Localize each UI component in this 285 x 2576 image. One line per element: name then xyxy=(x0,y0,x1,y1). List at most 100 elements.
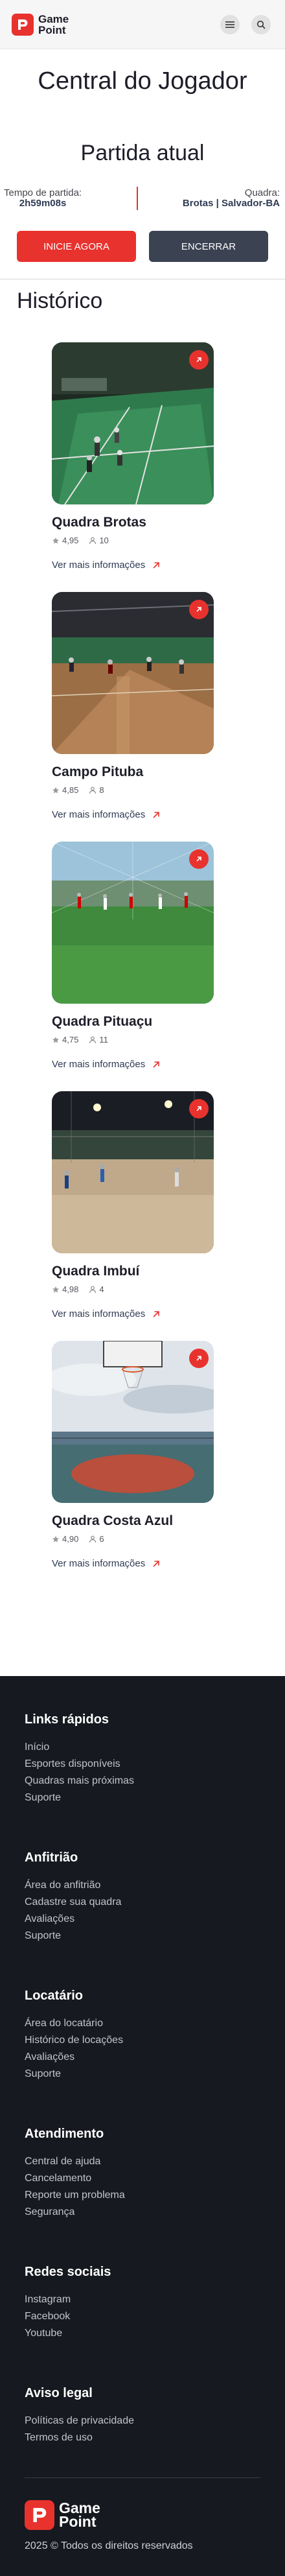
court-photo-art xyxy=(52,842,214,1004)
court-rating: 4,98 xyxy=(52,1284,78,1294)
arrow-up-right-icon xyxy=(196,1106,201,1111)
arrow-up-right-icon xyxy=(196,1356,201,1361)
more-info-label: Ver mais informações xyxy=(52,1308,146,1319)
more-info-link[interactable]: Ver mais informações xyxy=(52,1558,214,1569)
footer-link[interactable]: Segurança xyxy=(25,2204,285,2221)
logo-mark-icon xyxy=(12,13,34,36)
footer-link[interactable]: Suporte xyxy=(25,2066,285,2083)
footer-link[interactable]: Cadastre sua quadra xyxy=(25,1894,285,1911)
footer-heading: Aviso legal xyxy=(25,2386,93,2400)
star-icon xyxy=(52,786,59,793)
court-photo-art xyxy=(52,592,214,754)
star-icon xyxy=(52,537,59,543)
footer-link[interactable]: Avaliações xyxy=(25,2049,285,2066)
footer-heading: Locatário xyxy=(25,1989,84,2003)
court-players: 6 xyxy=(89,1534,104,1544)
footer-link[interactable]: Youtube xyxy=(25,2325,285,2342)
court-name: Quadra Imbuí xyxy=(52,1264,140,1279)
court-photo[interactable] xyxy=(52,592,214,754)
footer-link[interactable]: Instagram xyxy=(25,2291,285,2308)
footer-link[interactable]: Suporte xyxy=(25,1928,285,1944)
court-name: Quadra Pituaçu xyxy=(52,1014,153,1029)
court-rating: 4,90 xyxy=(52,1534,78,1544)
court-photo[interactable] xyxy=(52,1341,214,1503)
court-photo-art xyxy=(52,1341,214,1503)
court-rating-value: 4,98 xyxy=(62,1284,79,1294)
footer-link[interactable]: Cancelamento xyxy=(25,2170,285,2187)
court-photo[interactable] xyxy=(52,342,214,504)
footer-bottom: Game Point 2025 © Todos os direitos rese… xyxy=(25,2500,285,2552)
court-photo[interactable] xyxy=(52,842,214,1004)
footer-link[interactable]: Suporte xyxy=(25,1790,285,1806)
open-court-button[interactable] xyxy=(189,350,209,370)
start-now-button[interactable]: INICIE AGORA xyxy=(17,231,136,262)
person-icon xyxy=(89,537,97,544)
court-name: Quadra Costa Azul xyxy=(52,1513,174,1528)
court-photo-art xyxy=(52,1091,214,1253)
footer-heading: Atendimento xyxy=(25,2127,104,2141)
footer-link[interactable]: Início xyxy=(25,1739,285,1756)
person-icon xyxy=(89,1286,97,1293)
footer-link[interactable]: Reporte um problema xyxy=(25,2187,285,2204)
brand-logo[interactable]: Game Point xyxy=(12,12,69,36)
court-name: Quadra Brotas xyxy=(52,515,146,530)
open-court-button[interactable] xyxy=(189,1349,209,1368)
open-court-button[interactable] xyxy=(189,600,209,619)
court-photo[interactable] xyxy=(52,1091,214,1253)
court-list: Quadra Brotas 4,95 10 Ver mais informaçõ… xyxy=(0,342,285,1590)
footer-section-quick-links: Links rápidos Início Esportes disponívei… xyxy=(25,1712,285,1806)
footer-heading: Links rápidos xyxy=(25,1712,109,1727)
footer-link[interactable]: Histórico de locações xyxy=(25,2032,285,2049)
open-court-button[interactable] xyxy=(189,849,209,869)
brand-name-line2: Point xyxy=(38,23,66,36)
history-title: Histórico xyxy=(17,289,103,313)
menu-button[interactable] xyxy=(220,14,240,34)
court-rating-value: 4,75 xyxy=(62,1035,79,1045)
search-button[interactable] xyxy=(251,14,271,34)
court-players: 4 xyxy=(89,1284,104,1294)
star-icon xyxy=(52,1286,59,1292)
star-icon xyxy=(52,1535,59,1542)
court-card: Quadra Imbuí 4,98 4 Ver mais informações xyxy=(52,1091,214,1341)
brand-name-line2: Point xyxy=(59,2513,97,2530)
footer-logo[interactable]: Game Point xyxy=(25,2500,285,2530)
arrow-up-right-icon xyxy=(153,811,160,818)
more-info-label: Ver mais informações xyxy=(52,1059,146,1070)
footer-link[interactable]: Esportes disponíveis xyxy=(25,1756,285,1773)
brand-name-line1: Game xyxy=(38,12,69,25)
footer-link[interactable]: Área do locatário xyxy=(25,2015,285,2032)
arrow-up-right-icon xyxy=(196,607,201,612)
footer-link[interactable]: Avaliações xyxy=(25,1911,285,1928)
footer-link[interactable]: Termos de uso xyxy=(25,2429,285,2446)
match-time-label: Tempo de partida: xyxy=(4,187,82,198)
court-card: Quadra Brotas 4,95 10 Ver mais informaçõ… xyxy=(52,342,214,592)
arrow-up-right-icon xyxy=(153,561,160,569)
footer-section-social: Redes sociais Instagram Facebook Youtube xyxy=(25,2265,285,2342)
footer-link[interactable]: Facebook xyxy=(25,2308,285,2325)
end-match-button[interactable]: ENCERRAR xyxy=(149,231,268,262)
footer-divider xyxy=(25,2477,260,2478)
footer-link[interactable]: Central de ajuda xyxy=(25,2153,285,2170)
star-icon xyxy=(52,1036,59,1043)
person-icon xyxy=(89,1535,97,1542)
match-time-info: Tempo de partida: 2h59m08s xyxy=(4,188,82,209)
court-card: Quadra Pituaçu 4,75 11 Ver mais informaç… xyxy=(52,842,214,1091)
more-info-link[interactable]: Ver mais informações xyxy=(52,809,214,820)
match-court-label: Quadra: xyxy=(244,187,280,198)
court-card: Campo Pituba 4,85 8 Ver mais informações xyxy=(52,592,214,842)
court-rating: 4,85 xyxy=(52,785,78,795)
footer-section-host: Anfitrião Área do anfitrião Cadastre sua… xyxy=(25,1850,285,1944)
more-info-link[interactable]: Ver mais informações xyxy=(52,1308,214,1319)
footer-link[interactable]: Área do anfitrião xyxy=(25,1877,285,1894)
open-court-button[interactable] xyxy=(189,1099,209,1118)
more-info-link[interactable]: Ver mais informações xyxy=(52,1059,214,1070)
top-bar: Game Point xyxy=(0,0,285,49)
court-rating-value: 4,85 xyxy=(62,785,79,795)
footer-heading: Anfitrião xyxy=(25,1850,78,1865)
footer-link[interactable]: Quadras mais próximas xyxy=(25,1773,285,1790)
more-info-link[interactable]: Ver mais informações xyxy=(52,560,214,571)
footer-link[interactable]: Políticas de privacidade xyxy=(25,2413,285,2429)
court-players: 10 xyxy=(89,536,109,545)
person-icon xyxy=(89,1036,97,1043)
match-court-value: Brotas | Salvador-BA xyxy=(182,198,280,209)
